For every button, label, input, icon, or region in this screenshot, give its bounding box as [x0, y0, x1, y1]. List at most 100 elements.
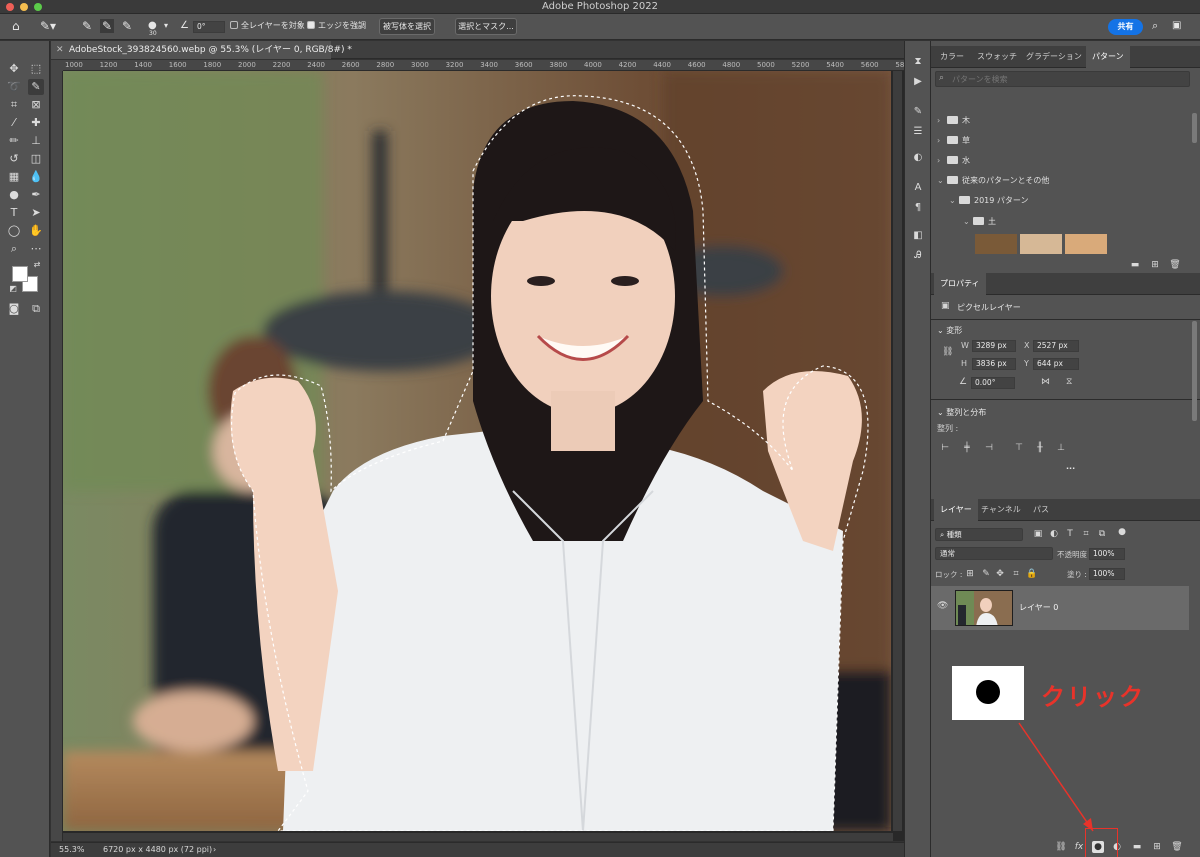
- horizontal-ruler[interactable]: 1000 1200 1400 1600 1800 2000 2200 2400 2600 2800…: [63, 60, 904, 71]
- ruler-tick-label: 3800: [549, 61, 568, 69]
- ruler-tick-label: 2800: [376, 61, 395, 69]
- history-panel-icon[interactable]: ⧗: [911, 55, 925, 69]
- right-panels: カラー スウォッチ グラデーション パターン ⌕ ›木 ›草 ›水 ⌄従来のパタ…: [931, 41, 1200, 857]
- eraser-tool-icon[interactable]: ◫: [28, 151, 44, 167]
- chevron-down-icon[interactable]: ▾: [164, 19, 168, 33]
- ruler-tick-label: 3000: [411, 61, 429, 69]
- quick-selection-tool-icon[interactable]: ✎: [28, 79, 44, 95]
- frame-tool-icon[interactable]: ⊠: [28, 97, 44, 113]
- zoom-level[interactable]: 55.3%: [59, 843, 84, 857]
- trash-icon[interactable]: 🗑: [1171, 841, 1183, 853]
- fx-icon[interactable]: fx: [1073, 841, 1085, 853]
- chevron-right-icon[interactable]: ›: [213, 843, 216, 857]
- tools-panel: ✥ ⬚ ➰ ✎ ⌗ ⊠ ⁄ ✚ ✏ ⊥ ↺ ◫ ▦ 💧 ● ✒ T ➤ ◯ ✋ …: [0, 41, 50, 857]
- ruler-tick-label: 4600: [687, 61, 706, 69]
- hand-tool-icon[interactable]: ✋: [28, 223, 44, 239]
- angle-input[interactable]: 0°: [193, 21, 225, 33]
- character-styles-icon[interactable]: Ꭿ: [911, 249, 925, 263]
- document-tab[interactable]: ✕ AdobeStock_393824560.webp @ 55.3% (レイヤ…: [51, 41, 352, 59]
- libraries-icon[interactable]: ◐: [911, 151, 925, 165]
- ruler-tick-label: 2200: [272, 61, 291, 69]
- character-panel-icon[interactable]: A: [911, 181, 925, 195]
- ruler-tick-label: 3400: [480, 61, 499, 69]
- brush-size-value: 30: [149, 30, 157, 37]
- new-selection-icon[interactable]: ✎: [82, 19, 92, 33]
- add-to-selection-icon[interactable]: ✎: [100, 19, 115, 33]
- actions-panel-icon[interactable]: ▶: [911, 75, 925, 89]
- foreground-color-swatch[interactable]: [12, 266, 28, 282]
- enhance-edge-checkbox[interactable]: エッジを強調: [307, 20, 366, 31]
- document-info: 6720 px x 4480 px (72 ppi): [103, 845, 213, 854]
- ruler-tick-label: 3200: [445, 61, 464, 69]
- horizontal-scrollbar[interactable]: [63, 833, 893, 841]
- adjustments-icon[interactable]: ☰: [911, 125, 925, 139]
- more-tools-icon[interactable]: ⋯: [28, 241, 44, 257]
- ruler-tick-label: 1400: [134, 61, 153, 69]
- marquee-tool-icon[interactable]: ⬚: [28, 61, 44, 77]
- workspace-icon[interactable]: ▣: [1172, 19, 1181, 33]
- ruler-origin[interactable]: [51, 60, 63, 71]
- highlight-box: [1085, 828, 1118, 857]
- quick-mask-icon[interactable]: ◙: [6, 301, 22, 317]
- ruler-tick-label: 3600: [514, 61, 533, 69]
- search-icon[interactable]: ⌕: [1152, 19, 1158, 33]
- ruler-tick-label: 5200: [791, 61, 810, 69]
- subtract-selection-icon[interactable]: ✎: [122, 19, 132, 33]
- document-tab-title: AdobeStock_393824560.webp @ 55.3% (レイヤー …: [69, 45, 352, 55]
- title-bar: Adobe Photoshop 2022: [0, 0, 1200, 14]
- paragraph-panel-icon[interactable]: ¶: [911, 201, 925, 215]
- new-layer-icon[interactable]: ⊞: [1151, 841, 1163, 853]
- ruler-tick-label: 4400: [653, 61, 672, 69]
- history-brush-tool-icon[interactable]: ↺: [6, 151, 22, 167]
- ellipse-tool-icon[interactable]: ◯: [6, 223, 22, 239]
- new-group-icon[interactable]: ▬: [1131, 841, 1143, 853]
- brush-settings-icon[interactable]: ✎: [911, 105, 925, 119]
- document-canvas[interactable]: [63, 71, 891, 831]
- zoom-tool-icon[interactable]: ⌕: [6, 241, 22, 257]
- default-colors-icon[interactable]: ◩: [8, 284, 18, 294]
- ruler-tick-label: 1600: [168, 61, 187, 69]
- layers-footer: ⛓ fx ● ◐ ▬ ⊞ 🗑: [931, 837, 1200, 857]
- share-button[interactable]: 共有: [1108, 19, 1143, 35]
- ruler-tick-label: 2600: [341, 61, 360, 69]
- tool-preset-picker-icon[interactable]: ✎▾: [40, 19, 56, 33]
- link-layers-icon[interactable]: ⛓: [1055, 841, 1067, 853]
- options-bar: ⌂ ✎▾ ✎ ✎ ✎ ● 30 ▾ ∠ 0° 全レイヤーを対象 エッジを強調 被…: [0, 14, 1200, 40]
- status-bar: 55.3% 6720 px x 4480 px (72 ppi) ›: [51, 842, 904, 857]
- move-tool-icon[interactable]: ✥: [6, 61, 22, 77]
- select-and-mask-button[interactable]: 選択とマスク...: [455, 18, 517, 35]
- ruler-tick-label: 4000: [584, 61, 602, 69]
- gradient-tool-icon[interactable]: ▦: [6, 169, 22, 185]
- clone-stamp-tool-icon[interactable]: ⊥: [28, 133, 44, 149]
- vertical-ruler[interactable]: [51, 71, 63, 841]
- ruler-tick-label: 4800: [722, 61, 741, 69]
- document-tab-bar: ✕ AdobeStock_393824560.webp @ 55.3% (レイヤ…: [51, 41, 904, 59]
- brush-tool-icon[interactable]: ✏: [6, 133, 22, 149]
- ruler-tick-label: 1800: [203, 61, 222, 69]
- lasso-tool-icon[interactable]: ➰: [6, 79, 22, 95]
- path-selection-tool-icon[interactable]: ➤: [28, 205, 44, 221]
- ruler-tick-label: 1200: [99, 61, 118, 69]
- ruler-tick-label: 5600: [860, 61, 879, 69]
- screen-mode-icon[interactable]: ⧉: [28, 301, 44, 317]
- annotation-arrow: [1018, 722, 1094, 832]
- glyphs-panel-icon[interactable]: ◧: [911, 229, 925, 243]
- swap-colors-icon[interactable]: ⇄: [32, 260, 42, 270]
- panel-icon-strip: ⧗ ▶ ✎ ☰ ◐ A ¶ ◧ Ꭿ: [904, 41, 931, 857]
- ruler-tick-label: 4200: [618, 61, 637, 69]
- crop-tool-icon[interactable]: ⌗: [6, 97, 22, 113]
- pen-tool-icon[interactable]: ✒: [28, 187, 44, 203]
- sample-all-layers-checkbox[interactable]: 全レイヤーを対象: [230, 20, 305, 31]
- healing-brush-tool-icon[interactable]: ✚: [28, 115, 44, 131]
- eyedropper-tool-icon[interactable]: ⁄: [6, 115, 22, 131]
- ruler-tick-label: 2400: [307, 61, 326, 69]
- close-tab-icon[interactable]: ✕: [56, 41, 64, 59]
- dodge-tool-icon[interactable]: ●: [6, 187, 22, 203]
- select-subject-button[interactable]: 被写体を選択: [379, 18, 435, 35]
- vertical-scrollbar[interactable]: [893, 71, 902, 831]
- type-tool-icon[interactable]: T: [6, 205, 22, 221]
- ruler-tick-label: 2000: [238, 61, 256, 69]
- home-icon[interactable]: ⌂: [12, 19, 20, 33]
- angle-icon: ∠: [180, 20, 189, 31]
- blur-tool-icon[interactable]: 💧: [28, 169, 44, 185]
